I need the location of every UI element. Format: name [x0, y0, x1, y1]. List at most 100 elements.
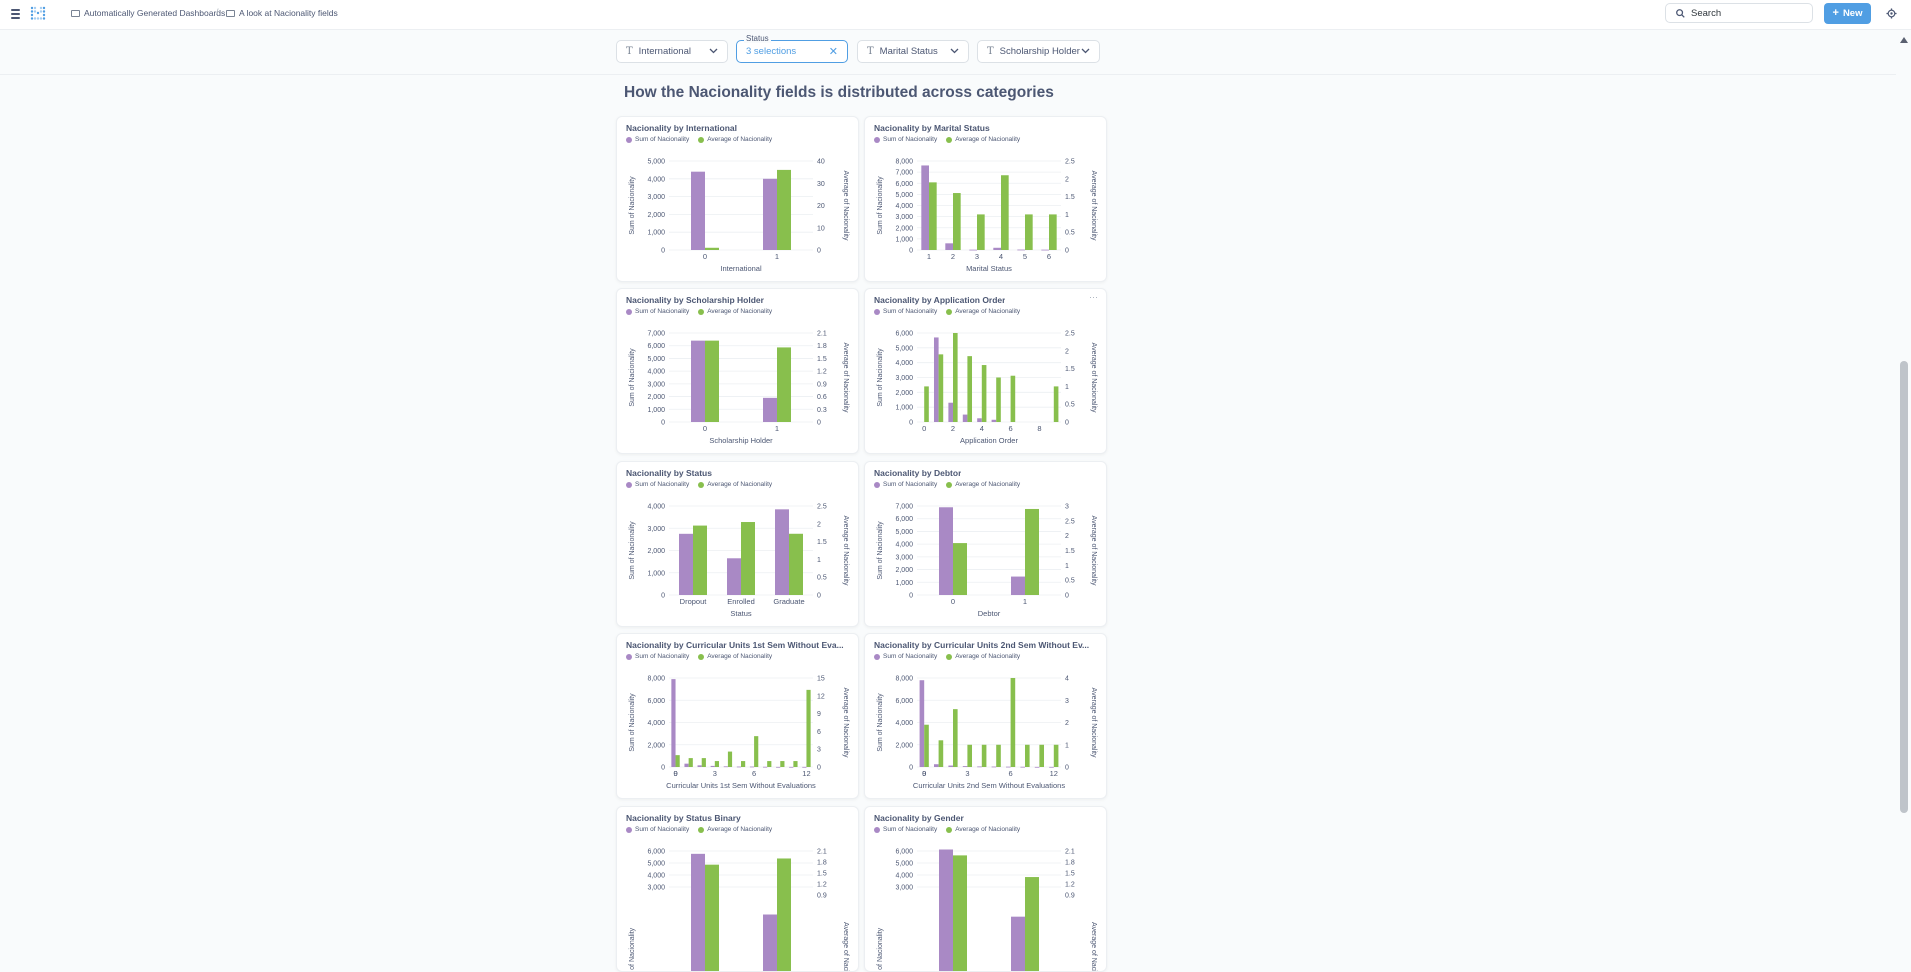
- chart-card[interactable]: Nacionality by StatusSum of NacionalityA…: [616, 461, 859, 627]
- y-axis-left-tick: 4,000: [895, 873, 913, 880]
- breadcrumb-collection[interactable]: A look at Nacionality fields: [226, 8, 338, 18]
- y-axis-right-label: Average of Nacionality: [1090, 516, 1097, 586]
- y-axis-left-tick: 3,000: [895, 375, 913, 382]
- y-axis-right-tick: 2.5: [1065, 159, 1075, 166]
- chart-plot: 3,0004,0005,0006,0000.91.21.51.82.1Sum o…: [865, 807, 1107, 972]
- scrollbar[interactable]: [1897, 31, 1911, 907]
- metabase-logo[interactable]: [30, 6, 46, 20]
- bar-sum: [977, 418, 982, 422]
- new-button[interactable]: + New: [1824, 3, 1871, 24]
- x-axis-tick: 4: [980, 424, 984, 433]
- chart-card[interactable]: Nacionality by Scholarship HolderSum of …: [616, 288, 859, 454]
- y-axis-right-tick: 0.3: [817, 407, 827, 414]
- x-axis-tick: 4: [999, 252, 1003, 261]
- x-axis-tick: 0: [703, 252, 707, 261]
- bar-average: [754, 736, 758, 767]
- chart-card[interactable]: Nacionality by Application Order···Sum o…: [864, 288, 1107, 454]
- filter-status[interactable]: Status 3 selections ✕: [736, 40, 848, 63]
- x-axis-label: Status: [730, 609, 752, 618]
- bar-sum: [1011, 577, 1025, 595]
- x-axis-tick: 6: [1009, 769, 1013, 778]
- breadcrumb-separator: /: [216, 7, 219, 17]
- y-axis-right-tick: 0.9: [1065, 893, 1075, 900]
- bar-average: [1049, 214, 1057, 250]
- chevron-down-icon: [950, 48, 959, 54]
- scrollbar-thumb[interactable]: [1900, 361, 1908, 813]
- y-axis-right-tick: 0: [817, 248, 821, 255]
- bar-average: [780, 761, 784, 767]
- x-axis-tick: 12: [802, 769, 810, 778]
- y-axis-left-tick: 2,000: [647, 742, 665, 749]
- bar-average: [693, 526, 707, 595]
- y-axis-left-tick: 3,000: [647, 885, 665, 892]
- y-axis-right-tick: 3: [1065, 698, 1069, 705]
- x-axis-tick: Dropout: [680, 597, 708, 606]
- y-axis-right-tick: 2: [1065, 533, 1069, 540]
- x-axis-label: Curricular Units 2nd Sem Without Evaluat…: [913, 781, 1065, 790]
- filter-marital-status[interactable]: T Marital Status: [857, 40, 969, 63]
- hamburger-icon[interactable]: [11, 9, 20, 19]
- y-axis-right-tick: 1.5: [1065, 548, 1075, 555]
- y-axis-left-tick: 1,000: [647, 570, 665, 577]
- y-axis-left-tick: 0: [909, 593, 913, 600]
- y-axis-left-tick: 1,000: [895, 236, 913, 243]
- bar-sum: [671, 679, 675, 767]
- bar-average: [924, 386, 929, 422]
- bar-average: [1039, 745, 1044, 767]
- y-axis-left-label: Sum of Nacionality: [877, 521, 884, 580]
- text-type-icon: T: [867, 46, 874, 57]
- bar-sum: [992, 420, 997, 422]
- chart-card[interactable]: Nacionality by Curricular Units 2nd Sem …: [864, 633, 1107, 799]
- breadcrumb-dashboards[interactable]: Automatically Generated Dashboards: [71, 8, 225, 18]
- chart-card[interactable]: Nacionality by InternationalSum of Nacio…: [616, 116, 859, 282]
- x-axis-label: Marital Status: [966, 264, 1012, 273]
- filter-international[interactable]: T International: [616, 40, 728, 63]
- y-axis-right-tick: 0.5: [1065, 230, 1075, 237]
- x-axis-tick: 6: [752, 769, 756, 778]
- search-input[interactable]: Search: [1665, 3, 1813, 23]
- y-axis-left-tick: 8,000: [647, 676, 665, 683]
- y-axis-left-label: Sum of Nacionality: [877, 348, 884, 407]
- bar-sum: [1006, 767, 1011, 768]
- chart-plot: 01,0002,0003,0004,0005,0006,0007,0008,00…: [865, 117, 1107, 282]
- y-axis-right-tick: 0: [1065, 593, 1069, 600]
- y-axis-left-tick: 4,000: [647, 504, 665, 511]
- x-axis-tick: 3: [965, 769, 969, 778]
- y-axis-left-tick: 1,000: [895, 405, 913, 412]
- y-axis-right-tick: 0: [1065, 248, 1069, 255]
- y-axis-left-tick: 0: [661, 248, 665, 255]
- bar-sum: [948, 766, 953, 767]
- x-axis-tick: 0: [951, 597, 955, 606]
- y-axis-left-tick: 6,000: [895, 516, 913, 523]
- y-axis-left-tick: 4,000: [895, 720, 913, 727]
- folder-icon: [226, 10, 235, 17]
- filter-scholarship-holder[interactable]: T Scholarship Holder: [977, 40, 1100, 63]
- close-icon[interactable]: ✕: [829, 45, 838, 58]
- y-axis-left-tick: 4,000: [647, 873, 665, 880]
- chart-plot: 02,0004,0006,0008,00001234Sum of Naciona…: [865, 634, 1107, 799]
- y-axis-left-label: Sum of Nacionality: [877, 176, 884, 235]
- bar-average: [1054, 386, 1059, 422]
- scroll-up-arrow-icon[interactable]: [1900, 37, 1908, 43]
- y-axis-right-label: Average of Nacionality: [842, 171, 849, 241]
- bar-average: [939, 740, 944, 767]
- chart-card[interactable]: Nacionality by Curricular Units 1st Sem …: [616, 633, 859, 799]
- chart-card[interactable]: Nacionality by Status BinarySum of Nacio…: [616, 806, 859, 972]
- bar-average: [741, 761, 745, 767]
- y-axis-left-tick: 3,000: [895, 885, 913, 892]
- y-axis-right-tick: 2.5: [1065, 518, 1075, 525]
- filter-label: International: [639, 46, 691, 57]
- y-axis-left-tick: 4,000: [647, 176, 665, 183]
- bar-sum: [1020, 767, 1025, 768]
- chart-card[interactable]: Nacionality by GenderSum of NacionalityA…: [864, 806, 1107, 972]
- y-axis-right-tick: 1.8: [817, 343, 827, 350]
- chart-card[interactable]: Nacionality by Marital StatusSum of Naci…: [864, 116, 1107, 282]
- y-axis-right-tick: 0.5: [1065, 402, 1075, 409]
- y-axis-right-label: Average of Nacionality: [1090, 922, 1097, 972]
- y-axis-right-tick: 20: [817, 203, 825, 210]
- y-axis-left-tick: 7,000: [895, 504, 913, 511]
- gear-icon[interactable]: [1886, 8, 1897, 19]
- chart-card[interactable]: Nacionality by DebtorSum of NacionalityA…: [864, 461, 1107, 627]
- bar-sum: [750, 767, 754, 768]
- bar-sum: [921, 165, 929, 250]
